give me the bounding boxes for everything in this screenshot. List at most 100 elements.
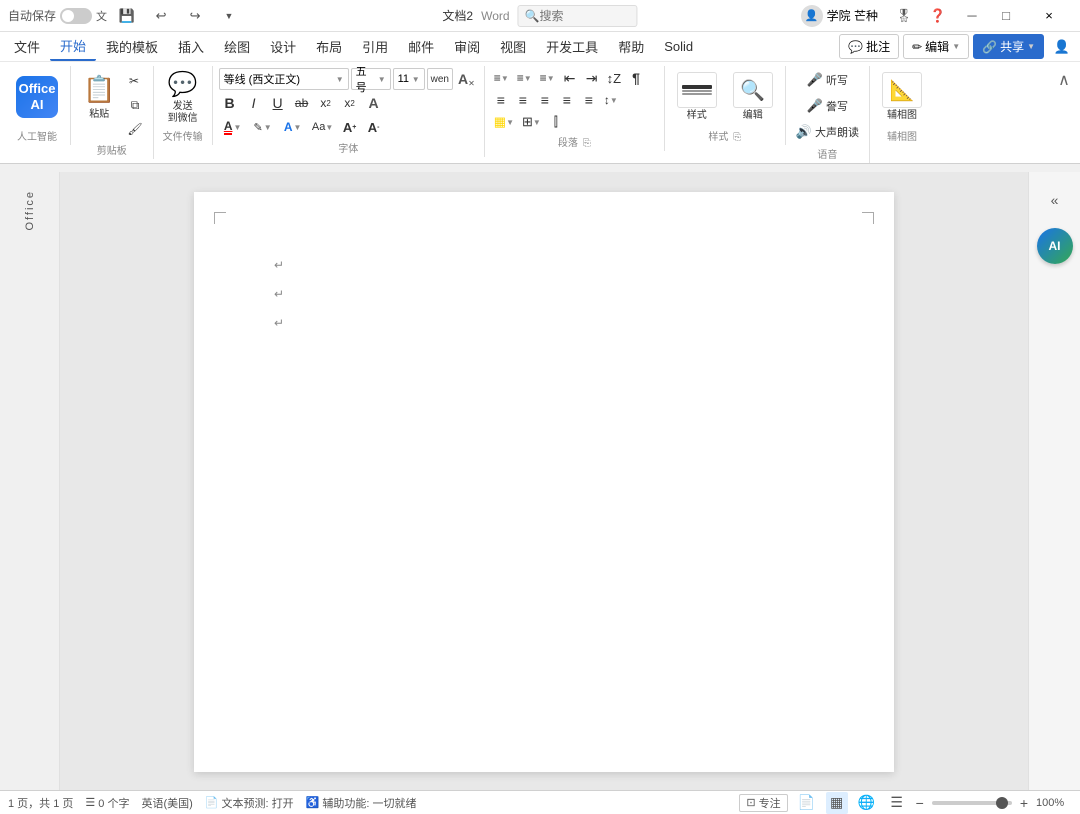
font-color-button[interactable]: A ▼ — [219, 116, 247, 138]
indent-increase-button[interactable]: ⇥ — [582, 68, 602, 88]
clear-format-btn[interactable]: A ✕ — [455, 69, 478, 89]
menu-item-mail[interactable]: 邮件 — [398, 32, 444, 61]
focus-button[interactable]: ⊡ 专注 — [739, 794, 787, 812]
bold-button[interactable]: B — [219, 92, 241, 114]
read-aloud-button[interactable]: 🔊 大声朗读 — [792, 120, 863, 144]
superscript-button[interactable]: x2 — [339, 92, 361, 114]
sort-button[interactable]: ↕Z — [604, 68, 624, 88]
autosave-toggle[interactable] — [60, 8, 92, 24]
italic-button[interactable]: I — [243, 92, 265, 114]
font-size-selector[interactable]: 五号 ▼ — [351, 68, 391, 90]
line-spacing-button[interactable]: ↕ ▼ — [601, 90, 621, 110]
collapse-right-panel-button[interactable]: « — [1035, 180, 1075, 220]
account-icon-btn[interactable]: 👤 — [1048, 35, 1076, 59]
help-icon-btn[interactable]: ❓ — [924, 4, 952, 28]
menu-item-layout[interactable]: 布局 — [306, 32, 352, 61]
styles-settings-icon[interactable]: ⎘ — [733, 132, 741, 143]
clear-format2-btn[interactable]: A — [363, 92, 385, 114]
column-button[interactable]: ⫿ — [546, 112, 566, 132]
numbering-button[interactable]: ≡ ▼ — [514, 68, 535, 88]
align-left-button[interactable]: ≡ — [491, 90, 511, 110]
ai-circle-button[interactable]: AI — [1037, 228, 1073, 264]
listen-button[interactable]: 🎤 听写 — [792, 68, 863, 92]
minimize-button[interactable]: ─ — [958, 4, 986, 28]
paragraph-2[interactable]: ↵ — [274, 281, 814, 306]
compose-button[interactable]: 🎤 誊写 — [792, 94, 863, 118]
search-input[interactable] — [540, 9, 630, 23]
highlight-button[interactable]: ✎ ▼ — [249, 116, 277, 138]
cut-button[interactable]: ✂ — [123, 70, 146, 92]
shading-button[interactable]: ▦ ▼ — [491, 112, 517, 132]
search-box[interactable]: 🔍 — [518, 5, 638, 27]
send-wechat-button[interactable]: 💬 发送到微信 — [160, 68, 206, 126]
menu-item-file[interactable]: 文件 — [4, 32, 50, 61]
subscript-button[interactable]: x2 — [315, 92, 337, 114]
paste-button[interactable]: 📋 粘贴 — [77, 68, 121, 126]
align-right-button[interactable]: ≡ — [535, 90, 555, 110]
paragraph-1[interactable]: ↵ — [274, 252, 814, 277]
edit-mode-button[interactable]: ✏ 编辑 ▼ — [903, 34, 969, 59]
align-center-button[interactable]: ≡ — [513, 90, 533, 110]
customize-qat-button[interactable]: ▼ — [215, 4, 243, 28]
menu-item-review[interactable]: 审阅 — [444, 32, 490, 61]
smart-view-button[interactable]: 📐 辅相图 — [876, 68, 928, 126]
document-page[interactable]: ↵ ↵ ↵ — [194, 192, 894, 772]
distributed-button[interactable]: ≡ — [579, 90, 599, 110]
multilevel-button[interactable]: ≡ ▼ — [537, 68, 558, 88]
zoom-slider-thumb[interactable] — [996, 797, 1008, 809]
redo-button[interactable]: ↪ — [181, 4, 209, 28]
menu-item-solid[interactable]: Solid — [654, 32, 703, 61]
paragraph-settings-icon[interactable]: ⎘ — [583, 138, 591, 149]
font-size-num-selector[interactable]: 11 ▼ — [393, 68, 425, 90]
language-status[interactable]: 英语(美国) — [141, 795, 192, 811]
show-marks-button[interactable]: ¶ — [626, 68, 646, 88]
close-button[interactable]: × — [1026, 0, 1072, 32]
outline-view-button[interactable]: ☰ — [886, 792, 908, 814]
user-area[interactable]: 👤 学院 芒种 — [795, 3, 884, 29]
text-prediction-status[interactable]: 📄 文本预测: 打开 — [205, 795, 294, 811]
menu-item-insert[interactable]: 插入 — [168, 32, 214, 61]
word-count[interactable]: ☰ 0 个字 — [85, 795, 129, 811]
page-content[interactable]: ↵ ↵ ↵ — [194, 192, 894, 400]
zoom-minus-button[interactable]: − — [916, 795, 924, 811]
accessibility-status[interactable]: ♿ 辅助功能: 一切就绪 — [306, 795, 417, 811]
bullets-button[interactable]: ≡ ▼ — [491, 68, 512, 88]
editing-button[interactable]: 🔍 编辑 — [727, 68, 779, 126]
zoom-plus-button[interactable]: + — [1020, 795, 1028, 811]
ribbon-icon[interactable]: 🎖 — [890, 4, 918, 28]
text-effect-button[interactable]: A ▼ — [279, 116, 307, 138]
menu-item-help[interactable]: 帮助 — [608, 32, 654, 61]
page-info[interactable]: 1 页，共 1 页 — [8, 795, 73, 811]
print-view-button[interactable]: 📄 — [796, 792, 818, 814]
comment-button[interactable]: 💬 批注 — [839, 34, 899, 59]
indent-decrease-button[interactable]: ⇤ — [560, 68, 580, 88]
office-ai-button[interactable]: OfficeAI — [10, 68, 64, 126]
format-painter-button[interactable]: 🖌 — [123, 118, 146, 140]
styles-button[interactable]: 样式 — [671, 68, 723, 126]
shrink-font-button[interactable]: A- — [363, 116, 385, 138]
menu-item-design[interactable]: 设计 — [260, 32, 306, 61]
justify-button[interactable]: ≡ — [557, 90, 577, 110]
copy-button[interactable]: ⧉ — [123, 94, 146, 116]
document-area[interactable]: ↵ ↵ ↵ — [60, 172, 1028, 790]
menu-item-view[interactable]: 视图 — [490, 32, 536, 61]
menu-item-home[interactable]: 开始 — [50, 32, 96, 61]
menu-item-devtools[interactable]: 开发工具 — [536, 32, 608, 61]
paragraph-3[interactable]: ↵ — [274, 310, 814, 335]
menu-item-reference[interactable]: 引用 — [352, 32, 398, 61]
menu-item-draw[interactable]: 绘图 — [214, 32, 260, 61]
menu-item-template[interactable]: 我的模板 — [96, 32, 168, 61]
maximize-button[interactable]: □ — [992, 4, 1020, 28]
share-button[interactable]: 🔗 共享 ▼ — [973, 34, 1044, 59]
web-view-button[interactable]: 🌐 — [856, 792, 878, 814]
save-button[interactable]: 💾 — [113, 4, 141, 28]
strikethrough-button[interactable]: ab — [291, 92, 313, 114]
read-view-button[interactable]: ▦ — [826, 792, 848, 814]
ribbon-collapse-button[interactable]: ∧ — [1054, 70, 1074, 90]
grow-font-button[interactable]: A+ — [339, 116, 361, 138]
undo-button[interactable]: ↩ — [147, 4, 175, 28]
zoom-slider[interactable] — [932, 801, 1012, 805]
font-name-selector[interactable]: 等线 (西文正文) ▼ — [219, 68, 349, 90]
underline-button[interactable]: U — [267, 92, 289, 114]
change-case-button[interactable]: Aa ▼ — [309, 116, 337, 138]
